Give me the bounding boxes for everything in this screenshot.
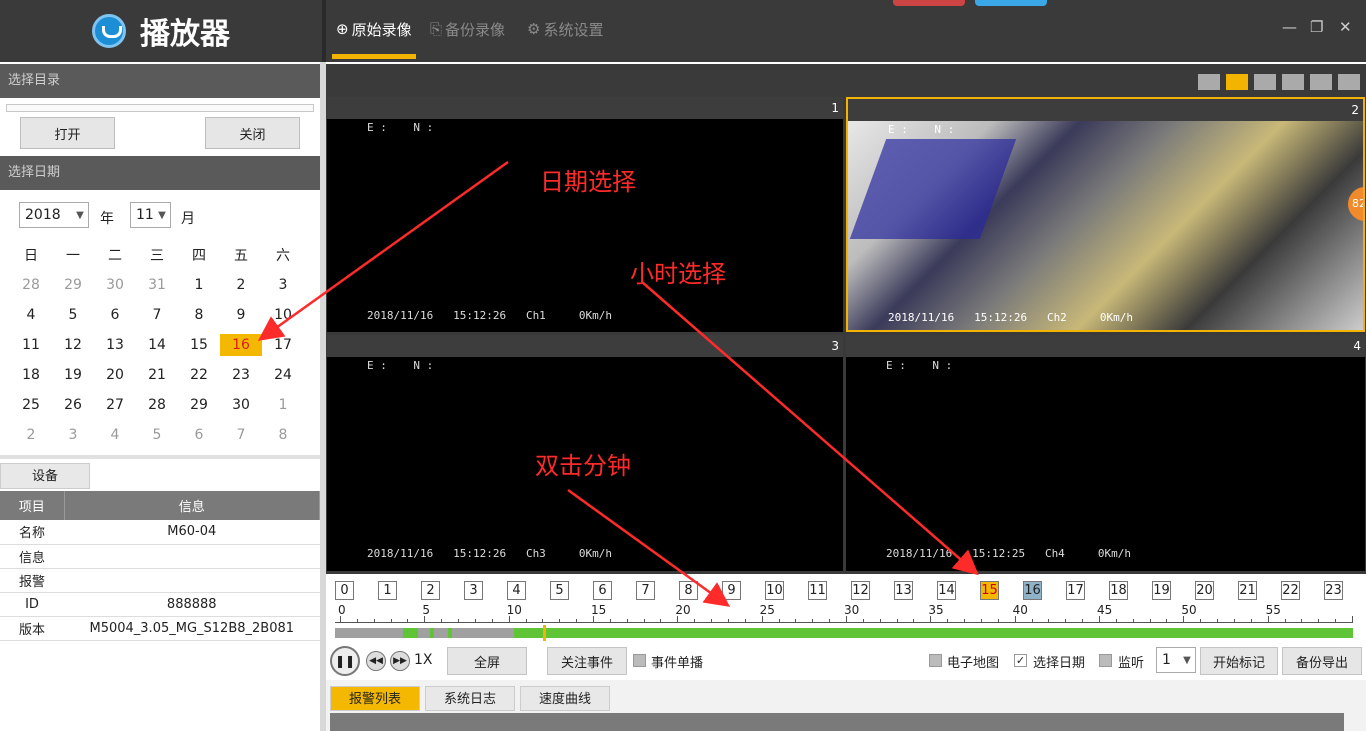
arrow-date	[257, 160, 509, 341]
arrow-hour	[641, 281, 979, 576]
annotation-arrows	[257, 160, 979, 607]
arrow-minute	[567, 488, 731, 607]
